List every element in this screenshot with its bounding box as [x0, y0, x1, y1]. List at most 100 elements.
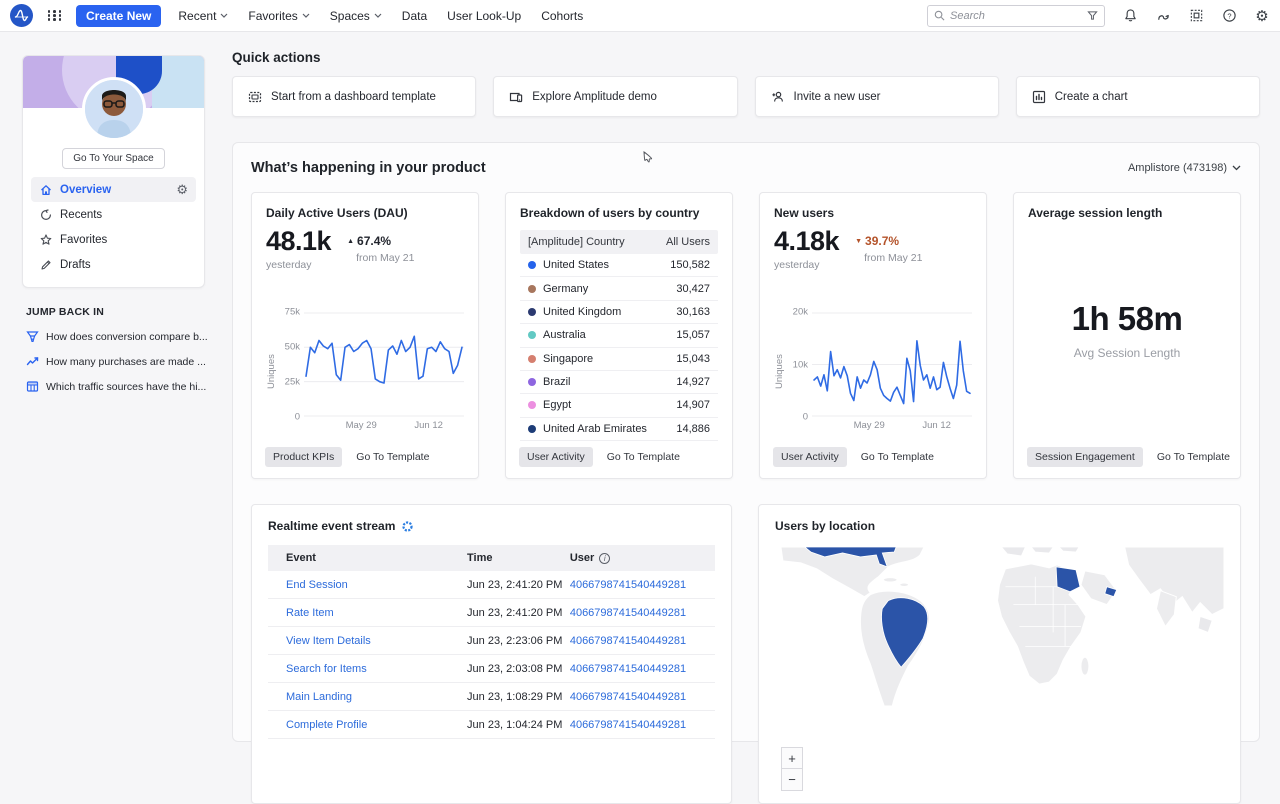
map-zoom-out-button[interactable]: −	[781, 769, 803, 791]
session-badge[interactable]: Session Engagement	[1027, 447, 1143, 467]
nav-data[interactable]: Data	[399, 9, 430, 23]
quick-action-create-chart[interactable]: Create a chart	[1016, 76, 1260, 117]
nav-favorites[interactable]: Favorites	[245, 9, 312, 23]
table-row: Rate ItemJun 23, 2:41:20 PM4066798741540…	[268, 599, 715, 627]
session-go-to-template-link[interactable]: Go To Template	[1157, 451, 1230, 463]
new-users-badge[interactable]: User Activity	[773, 447, 847, 467]
overview-settings-gear-icon[interactable]: ⚙	[176, 182, 188, 198]
avatar[interactable]	[82, 77, 146, 141]
settings-gear-icon[interactable]: ⚙	[1254, 8, 1270, 24]
amplitude-logo-icon[interactable]	[10, 4, 33, 27]
x-tick: Jun 12	[922, 420, 951, 431]
create-new-button[interactable]: Create New	[76, 5, 161, 27]
user-id-link[interactable]: 4066798741540449281	[552, 691, 715, 703]
series-color-dot	[528, 261, 536, 269]
y-tick: 0	[295, 412, 300, 423]
sidebar-item-recents[interactable]: Recents	[31, 202, 196, 227]
table-row[interactable]: Egypt14,907	[520, 394, 718, 417]
chevron-down-icon	[374, 13, 382, 18]
jump-item-conversion[interactable]: How does conversion compare b...	[26, 330, 205, 343]
table-row[interactable]: Singapore15,043	[520, 348, 718, 371]
devices-icon	[509, 90, 523, 104]
pathfinder-icon[interactable]	[1155, 8, 1171, 24]
dau-line-chart[interactable]: May 29 Jun 12	[304, 312, 464, 431]
nav-cohorts[interactable]: Cohorts	[538, 9, 586, 23]
dashboard-template-icon	[248, 90, 262, 104]
new-users-line-chart[interactable]: May 29 Jun 12	[812, 312, 972, 431]
filter-funnel-icon[interactable]	[1087, 10, 1098, 21]
table-row[interactable]: Australia15,057	[520, 324, 718, 347]
jump-item-purchases[interactable]: How many purchases are made ...	[26, 355, 205, 368]
recents-clock-icon	[39, 209, 52, 221]
dau-badge[interactable]: Product KPIs	[265, 447, 342, 467]
whats-happening-panel: What’s happening in your product Amplist…	[232, 142, 1260, 742]
dau-value: 48.1k	[266, 228, 331, 255]
country-go-to-template-link[interactable]: Go To Template	[607, 451, 680, 463]
table-chart-icon	[26, 380, 39, 393]
dau-card-title: Daily Active Users (DAU)	[266, 206, 464, 220]
event-link[interactable]: Main Landing	[268, 691, 449, 703]
dau-go-to-template-link[interactable]: Go To Template	[356, 451, 429, 463]
top-nav: Create New Recent Favorites Spaces Data …	[0, 0, 1280, 32]
chevron-down-icon	[302, 13, 310, 18]
jump-back-in-section: JUMP BACK IN How does conversion compare…	[22, 306, 205, 393]
event-link[interactable]: End Session	[268, 579, 449, 591]
user-id-link[interactable]: 4066798741540449281	[552, 663, 715, 675]
session-length-label: Avg Session Length	[1072, 346, 1183, 360]
dau-delta: ▲67.4%	[347, 234, 414, 248]
search-icon	[934, 10, 945, 21]
quick-action-invite-user[interactable]: Invite a new user	[755, 76, 999, 117]
dau-y-axis-label: Uniques	[266, 312, 278, 431]
sidebar-item-label: Overview	[60, 184, 111, 196]
user-id-link[interactable]: 4066798741540449281	[552, 635, 715, 647]
event-stream-table: Event Time Useri End SessionJun 23, 2:41…	[268, 545, 715, 739]
map-zoom-in-button[interactable]: +	[781, 747, 803, 769]
search-input[interactable]	[950, 10, 1082, 22]
apps-grid-icon[interactable]	[47, 10, 62, 21]
jump-back-in-title: JUMP BACK IN	[26, 306, 205, 318]
table-row: View Item DetailsJun 23, 2:23:06 PM40667…	[268, 627, 715, 655]
event-link[interactable]: View Item Details	[268, 635, 449, 647]
series-color-dot	[528, 308, 536, 316]
project-selector[interactable]: Amplistore (473198)	[1128, 162, 1241, 174]
go-to-your-space-button[interactable]: Go To Your Space	[62, 148, 164, 169]
live-indicator-icon	[402, 521, 413, 532]
quick-actions-title: Quick actions	[232, 50, 1260, 65]
chevron-down-icon	[220, 13, 228, 18]
sidebar: Go To Your Space Overview ⚙ Recents Favo…	[22, 55, 205, 405]
sidebar-item-drafts[interactable]: Drafts	[31, 252, 196, 277]
sidebar-item-favorites[interactable]: Favorites	[31, 227, 196, 252]
jump-item-traffic-sources[interactable]: Which traffic sources have the hi...	[26, 380, 205, 393]
user-id-link[interactable]: 4066798741540449281	[552, 719, 715, 731]
nav-recent[interactable]: Recent	[175, 9, 231, 23]
series-color-dot	[528, 378, 536, 386]
new-users-go-to-template-link[interactable]: Go To Template	[861, 451, 934, 463]
help-icon[interactable]: ?	[1221, 8, 1237, 24]
country-table: [Amplitude] CountryAll Users United Stat…	[520, 230, 718, 441]
table-row[interactable]: United Arab Emirates14,886	[520, 418, 718, 441]
notifications-bell-icon[interactable]	[1122, 8, 1138, 24]
session-card-title: Average session length	[1028, 206, 1226, 220]
line-chart-icon	[26, 355, 39, 368]
event-link[interactable]: Complete Profile	[268, 719, 449, 731]
table-row[interactable]: Germany30,427	[520, 277, 718, 300]
delta-down-icon: ▼	[855, 238, 862, 245]
table-row[interactable]: Brazil14,927	[520, 371, 718, 394]
nav-spaces[interactable]: Spaces	[327, 9, 385, 23]
world-map[interactable]: + −	[775, 547, 1224, 777]
event-link[interactable]: Search for Items	[268, 663, 449, 675]
country-badge[interactable]: User Activity	[519, 447, 593, 467]
quick-action-dashboard-template[interactable]: Start from a dashboard template	[232, 76, 476, 117]
user-id-link[interactable]: 4066798741540449281	[552, 579, 715, 591]
select-region-icon[interactable]	[1188, 8, 1204, 24]
event-link[interactable]: Rate Item	[268, 607, 449, 619]
info-icon[interactable]: i	[599, 553, 610, 564]
search-box[interactable]	[927, 5, 1105, 27]
sidebar-item-label: Drafts	[60, 259, 91, 271]
quick-action-explore-demo[interactable]: Explore Amplitude demo	[493, 76, 737, 117]
nav-user-lookup[interactable]: User Look-Up	[444, 9, 524, 23]
table-row[interactable]: United States150,582	[520, 254, 718, 277]
table-row[interactable]: United Kingdom30,163	[520, 301, 718, 324]
sidebar-item-overview[interactable]: Overview ⚙	[31, 177, 196, 202]
user-id-link[interactable]: 4066798741540449281	[552, 607, 715, 619]
